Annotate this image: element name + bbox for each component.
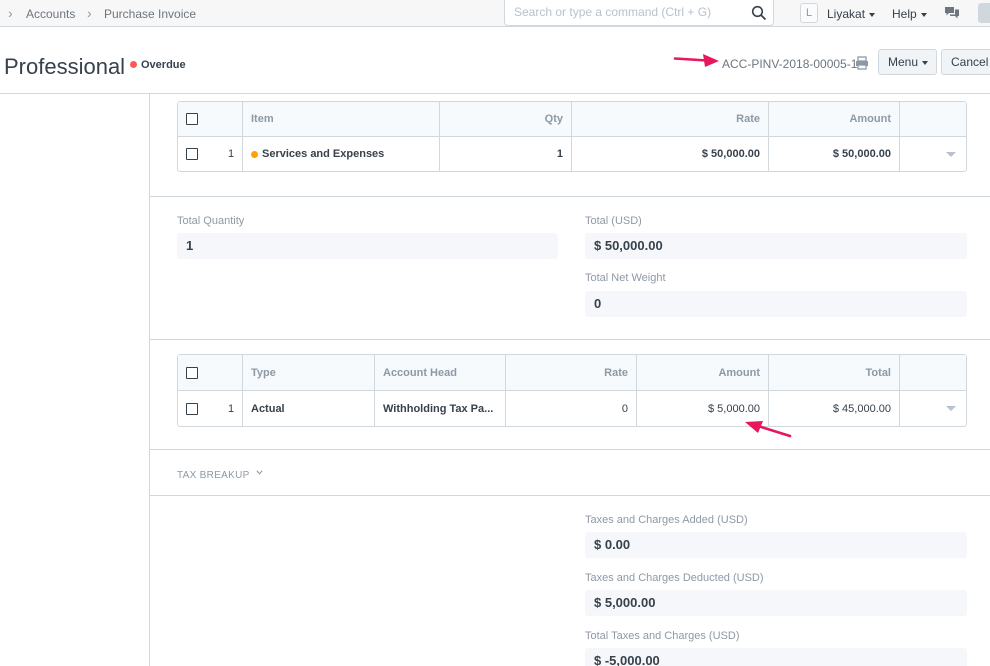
printer-icon[interactable]: [855, 56, 869, 70]
chevron-down-icon: [256, 470, 263, 475]
column-header-total[interactable]: Total: [769, 355, 900, 390]
help-label: Help: [892, 7, 917, 21]
section-divider: [150, 339, 990, 340]
section-divider: [150, 495, 990, 496]
avatar[interactable]: L: [800, 3, 818, 23]
annotation-arrow-icon: [745, 421, 792, 438]
search-input[interactable]: [505, 0, 745, 24]
cancel-button[interactable]: Cancel: [941, 49, 990, 75]
taxes-deducted-field: $ 5,000.00: [585, 590, 967, 616]
select-all-cell: [178, 102, 243, 136]
column-header-type[interactable]: Type: [243, 355, 375, 390]
column-header-actions: [900, 102, 966, 136]
column-header-actions: [900, 355, 966, 390]
search-icon[interactable]: [751, 5, 767, 21]
help-dropdown[interactable]: Help: [892, 7, 927, 21]
cell-account-head[interactable]: Withholding Tax Pa...: [375, 391, 506, 426]
notification-button[interactable]: [978, 3, 990, 23]
column-header-qty[interactable]: Qty: [440, 102, 572, 136]
menu-button[interactable]: Menu: [878, 49, 937, 75]
total-net-weight-field: 0: [585, 291, 967, 317]
search-bar: [504, 0, 774, 26]
breadcrumb-chevron-icon: ›: [8, 5, 13, 21]
chat-icon[interactable]: [944, 6, 960, 20]
row-index: 1: [228, 148, 235, 160]
row-edit-cell[interactable]: [900, 137, 966, 171]
row-checkbox[interactable]: [186, 148, 198, 160]
section-divider: [150, 449, 990, 450]
item-indicator-icon: [251, 150, 258, 158]
total-quantity-field: 1: [177, 233, 558, 259]
tax-breakup-label: TAX BREAKUP: [177, 470, 250, 481]
taxes-added-field: $ 0.00: [585, 532, 967, 558]
tax-breakup-toggle[interactable]: TAX BREAKUP: [177, 469, 263, 481]
total-label: Total (USD): [585, 215, 642, 227]
breadcrumb-purchase-invoice[interactable]: Purchase Invoice: [104, 7, 196, 21]
caret-down-icon: [920, 12, 927, 17]
total-taxes-field: $ -5,000.00: [585, 648, 967, 666]
column-header-account-head[interactable]: Account Head: [375, 355, 506, 390]
items-table: Item Qty Rate Amount 1 Services and Expe…: [177, 101, 967, 172]
status-label: Overdue: [141, 59, 186, 71]
row-index: 1: [228, 402, 235, 415]
total-quantity-label: Total Quantity: [177, 215, 245, 227]
sidebar-divider: [149, 94, 150, 666]
caret-down-icon: [869, 12, 876, 17]
navbar: › Accounts › Purchase Invoice L Liyakat …: [0, 0, 990, 27]
table-row[interactable]: 1 Actual Withholding Tax Pa... 0 $ 5,000…: [178, 391, 966, 426]
breadcrumb-chevron-icon: ›: [87, 5, 92, 21]
section-divider: [150, 196, 990, 197]
column-header-amount[interactable]: Amount: [637, 355, 769, 390]
row-expand-icon[interactable]: [946, 151, 956, 157]
document-name: ACC-PINV-2018-00005-1: [722, 57, 858, 71]
taxes-deducted-label: Taxes and Charges Deducted (USD): [585, 572, 764, 584]
item-name: Services and Expenses: [262, 148, 385, 160]
cell-type[interactable]: Actual: [243, 391, 375, 426]
status-badge: Overdue: [130, 59, 186, 71]
user-dropdown[interactable]: Liyakat: [827, 7, 876, 21]
total-net-weight-label: Total Net Weight: [585, 272, 666, 284]
cell-amount[interactable]: $ 50,000.00: [769, 137, 900, 171]
row-select-cell: 1: [178, 137, 243, 171]
caret-down-icon: [922, 60, 929, 65]
total-field: $ 50,000.00: [585, 233, 967, 259]
cell-rate[interactable]: $ 50,000.00: [572, 137, 769, 171]
row-edit-cell[interactable]: [900, 391, 966, 426]
column-header-item[interactable]: Item: [243, 102, 440, 136]
taxes-added-label: Taxes and Charges Added (USD): [585, 514, 748, 526]
table-header-row: Type Account Head Rate Amount Total: [178, 355, 966, 391]
select-all-checkbox[interactable]: [186, 113, 198, 125]
row-expand-icon[interactable]: [946, 406, 956, 411]
cell-rate[interactable]: 0: [506, 391, 637, 426]
table-row[interactable]: 1 Services and Expenses 1 $ 50,000.00 $ …: [178, 137, 966, 171]
row-checkbox[interactable]: [186, 402, 198, 415]
column-header-rate[interactable]: Rate: [506, 355, 637, 390]
status-dot-icon: [130, 61, 137, 68]
total-taxes-label: Total Taxes and Charges (USD): [585, 630, 740, 642]
table-header-row: Item Qty Rate Amount: [178, 102, 966, 137]
page-title: Professional: [4, 54, 126, 79]
cell-item[interactable]: Services and Expenses: [243, 137, 440, 171]
select-all-checkbox[interactable]: [186, 366, 198, 379]
taxes-table: Type Account Head Rate Amount Total 1 Ac…: [177, 354, 967, 427]
cell-qty[interactable]: 1: [440, 137, 572, 171]
select-all-cell: [178, 355, 243, 390]
column-header-amount[interactable]: Amount: [769, 102, 900, 136]
annotation-arrow-icon: [673, 54, 719, 67]
user-label: Liyakat: [827, 7, 866, 21]
column-header-rate[interactable]: Rate: [572, 102, 769, 136]
menu-label: Menu: [888, 55, 919, 69]
row-select-cell: 1: [178, 391, 243, 426]
breadcrumb-accounts[interactable]: Accounts: [26, 7, 75, 21]
